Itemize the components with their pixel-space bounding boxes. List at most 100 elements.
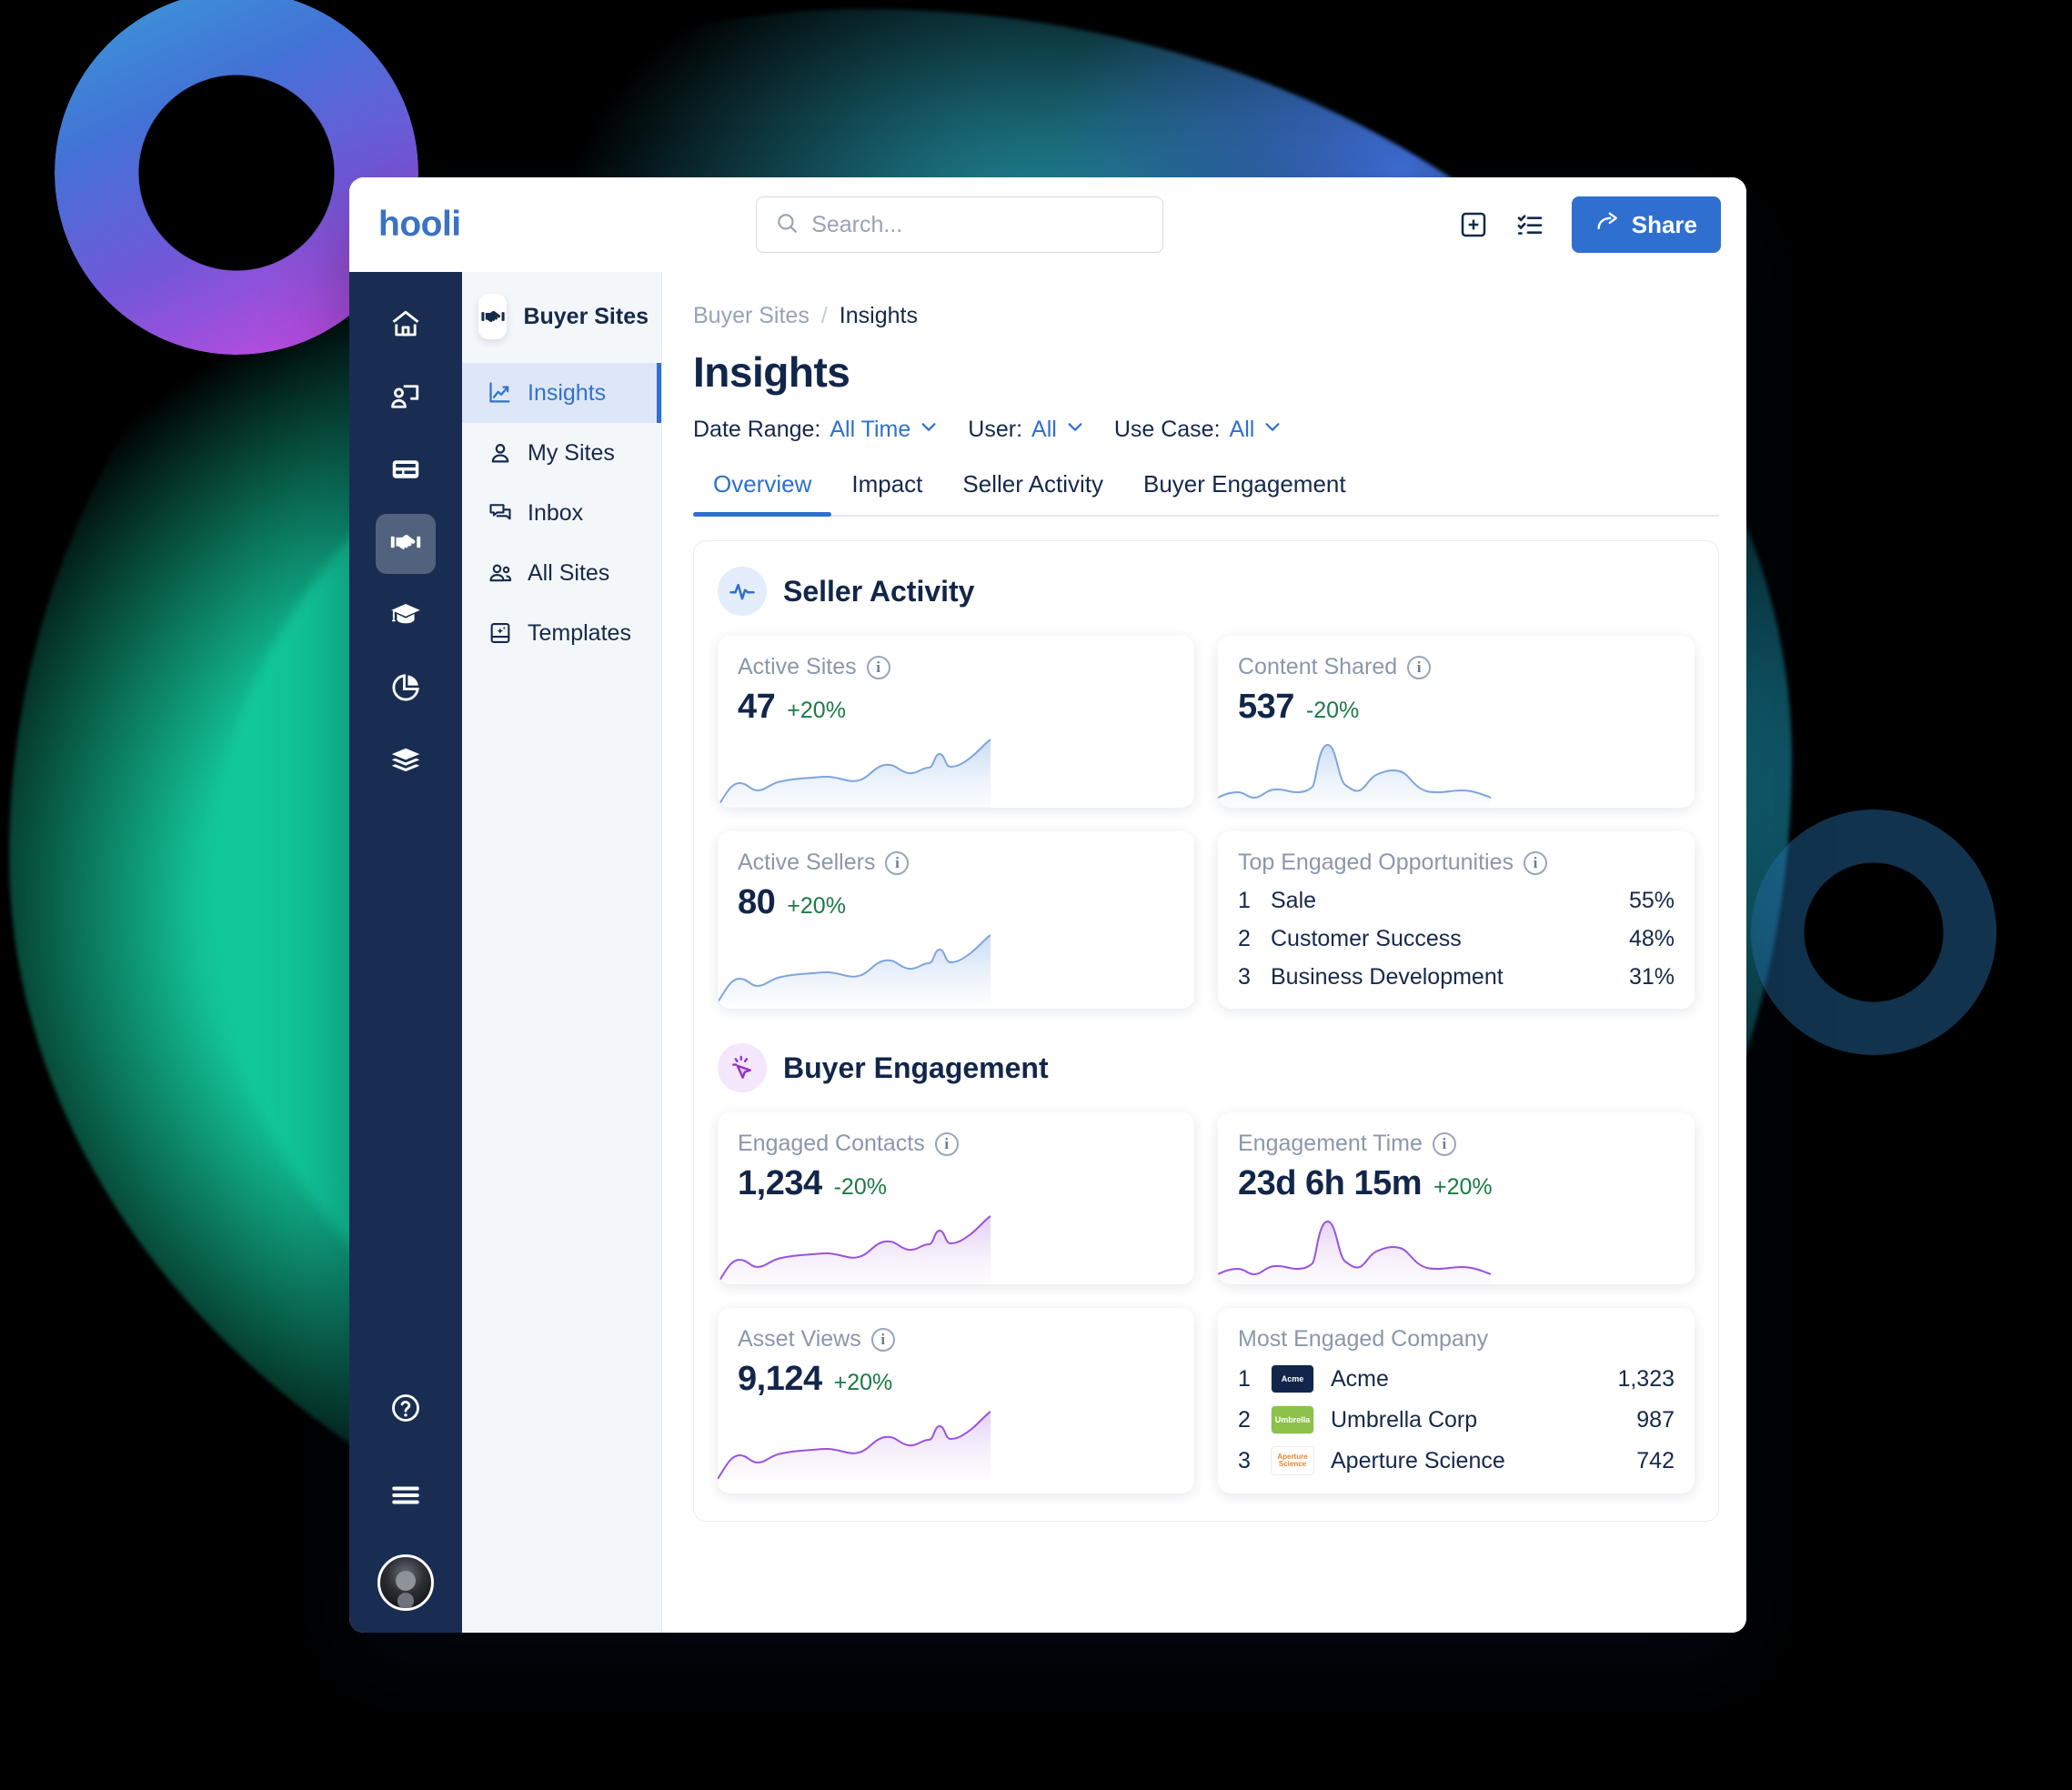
sidebar-item-label: All Sites (528, 559, 610, 586)
card-label-text: Active Sites (738, 654, 857, 679)
metric-value: 23d 6h 15m (1238, 1164, 1423, 1202)
filter-date-range[interactable]: All Time (830, 417, 939, 443)
tab-bar: Overview Impact Seller Activity Buyer En… (693, 470, 1719, 517)
sparkline-chart (1218, 1221, 1491, 1284)
rank-value: 55% (1628, 888, 1675, 913)
hamburger-icon (389, 1479, 422, 1516)
secondary-sidebar-header: Buyer Sites (462, 272, 661, 363)
sidebar-item-cards[interactable] (376, 441, 436, 501)
sidebar-item-learning[interactable] (376, 587, 436, 647)
filter-value: All (1031, 417, 1057, 442)
sidebar-item-menu[interactable] (376, 1467, 436, 1527)
template-icon (488, 620, 513, 646)
metric-value: 80 (738, 883, 776, 921)
card-label: Active Sites i (738, 654, 1174, 680)
info-icon[interactable]: i (1407, 655, 1432, 679)
sparkline-chart (1218, 744, 1491, 808)
metric-delta: +20% (787, 893, 846, 919)
share-button[interactable]: Share (1571, 196, 1721, 253)
rank-value: 31% (1628, 964, 1675, 990)
secondary-sidebar-title: Buyer Sites (523, 303, 649, 329)
card-label-text: Top Engaged Opportunities (1238, 850, 1514, 875)
metric-delta: +20% (787, 698, 846, 723)
card-value: 47 +20% (738, 688, 1174, 727)
filter-bar: Date Range: All Time User: All Use Case:… (693, 417, 1719, 443)
card-value: 9,124 +20% (738, 1360, 1174, 1399)
brand-logo[interactable]: hooli (378, 205, 461, 245)
card-value: 1,234 -20% (738, 1164, 1174, 1203)
tab-buyer-engagement[interactable]: Buyer Engagement (1123, 470, 1366, 515)
metric-card-active-sellers[interactable]: Active Sellers i 80 +20% (718, 831, 1194, 1009)
sidebar-item-presentations[interactable] (376, 368, 436, 428)
rank-name: Customer Success (1271, 926, 1462, 951)
chat-icon (488, 500, 513, 526)
question-circle-icon (389, 1392, 422, 1429)
card-label: Active Sellers i (738, 850, 1174, 876)
sidebar-item-inbox[interactable]: Inbox (462, 483, 661, 543)
sidebar-item-library[interactable] (376, 732, 436, 792)
chevron-down-icon (1065, 417, 1085, 443)
info-icon[interactable]: i (934, 1131, 959, 1156)
sidebar-item-buyer-sites[interactable] (376, 514, 436, 574)
sidebar-item-analytics[interactable] (376, 659, 436, 719)
sidebar-item-help[interactable] (376, 1380, 436, 1440)
company-logo-acme: Acme (1271, 1364, 1314, 1393)
filter-user[interactable]: All (1031, 417, 1085, 443)
card-label: Engaged Contacts i (738, 1131, 1174, 1157)
graduation-cap-icon (389, 598, 422, 636)
filter-value: All (1229, 417, 1255, 442)
info-icon[interactable]: i (885, 850, 910, 875)
list-item: 1 Sale 55% (1238, 888, 1675, 914)
breadcrumb-parent[interactable]: Buyer Sites (693, 303, 810, 329)
stack-icon (389, 744, 422, 781)
home-icon (389, 307, 422, 345)
rank: 2 (1238, 926, 1251, 951)
filter-use-case[interactable]: All (1230, 417, 1283, 443)
app-window: hooli Search... Share Buyer Sites Insigh… (349, 177, 1746, 1633)
info-icon[interactable]: i (1524, 850, 1547, 875)
insights-panel: Seller Activity Active Sites i 47 +20% C… (693, 540, 1719, 1522)
metric-card-asset-views[interactable]: Asset Views i 9,124 +20% (718, 1308, 1194, 1493)
primary-sidebar-items (376, 296, 436, 792)
filter-value: All Time (830, 417, 911, 442)
sidebar-item-insights[interactable]: Insights (462, 363, 661, 423)
sidebar-item-my-sites[interactable]: My Sites (462, 423, 661, 483)
company-logo-aperture: Aperture Science (1271, 1446, 1314, 1475)
sidebar-item-label: Templates (528, 619, 631, 646)
section-header-buyer-engagement: Buyer Engagement (718, 1043, 1695, 1092)
search-input[interactable]: Search... (756, 196, 1164, 253)
sidebar-item-all-sites[interactable]: All Sites (462, 543, 661, 603)
checklist-icon[interactable] (1515, 210, 1544, 239)
buyer-engagement-cards: Engaged Contacts i 1,234 -20% Engagement… (718, 1112, 1695, 1493)
list-item: 3 Business Development 31% (1238, 964, 1675, 991)
info-icon[interactable]: i (866, 655, 890, 679)
metric-card-most-engaged-company[interactable]: Most Engaged Company 1 Acme Acme 1,323 2… (1218, 1308, 1695, 1493)
chevron-down-icon (1262, 417, 1282, 443)
avatar[interactable] (377, 1554, 434, 1611)
metric-card-top-engaged-opportunities[interactable]: Top Engaged Opportunities i 1 Sale 55% 2… (1218, 831, 1695, 1009)
card-label-text: Engaged Contacts (738, 1131, 925, 1156)
page-title: Insights (693, 348, 850, 396)
sparkline-chart (718, 1215, 991, 1284)
sidebar-item-home[interactable] (376, 296, 436, 356)
filter-label-user: User: (968, 417, 1023, 442)
rank-name: Umbrella Corp (1331, 1406, 1478, 1433)
sidebar-item-templates[interactable]: Templates (462, 603, 661, 663)
metric-value: 47 (738, 688, 776, 726)
sidebar-item-label: My Sites (528, 439, 615, 466)
secondary-sidebar: Buyer Sites Insights My Sites Inbox All … (462, 272, 662, 1633)
rank-name: Business Development (1271, 964, 1504, 990)
info-icon[interactable]: i (1432, 1131, 1456, 1156)
metric-card-engagement-time[interactable]: Engagement Time i 23d 6h 15m +20% (1218, 1112, 1695, 1284)
tab-overview[interactable]: Overview (693, 470, 832, 517)
metric-card-active-sites[interactable]: Active Sites i 47 +20% (718, 636, 1194, 808)
seller-activity-cards: Active Sites i 47 +20% Content Shared i … (718, 636, 1695, 1009)
tab-seller-activity[interactable]: Seller Activity (942, 470, 1123, 515)
info-icon[interactable]: i (870, 1327, 895, 1352)
card-label-text: Most Engaged Company (1238, 1326, 1489, 1352)
add-panel-icon[interactable] (1459, 210, 1488, 239)
metric-card-engaged-contacts[interactable]: Engaged Contacts i 1,234 -20% (718, 1112, 1194, 1284)
sparkline-chart (718, 739, 991, 808)
tab-impact[interactable]: Impact (831, 470, 942, 515)
metric-card-content-shared[interactable]: Content Shared i 537 -20% (1218, 636, 1695, 808)
